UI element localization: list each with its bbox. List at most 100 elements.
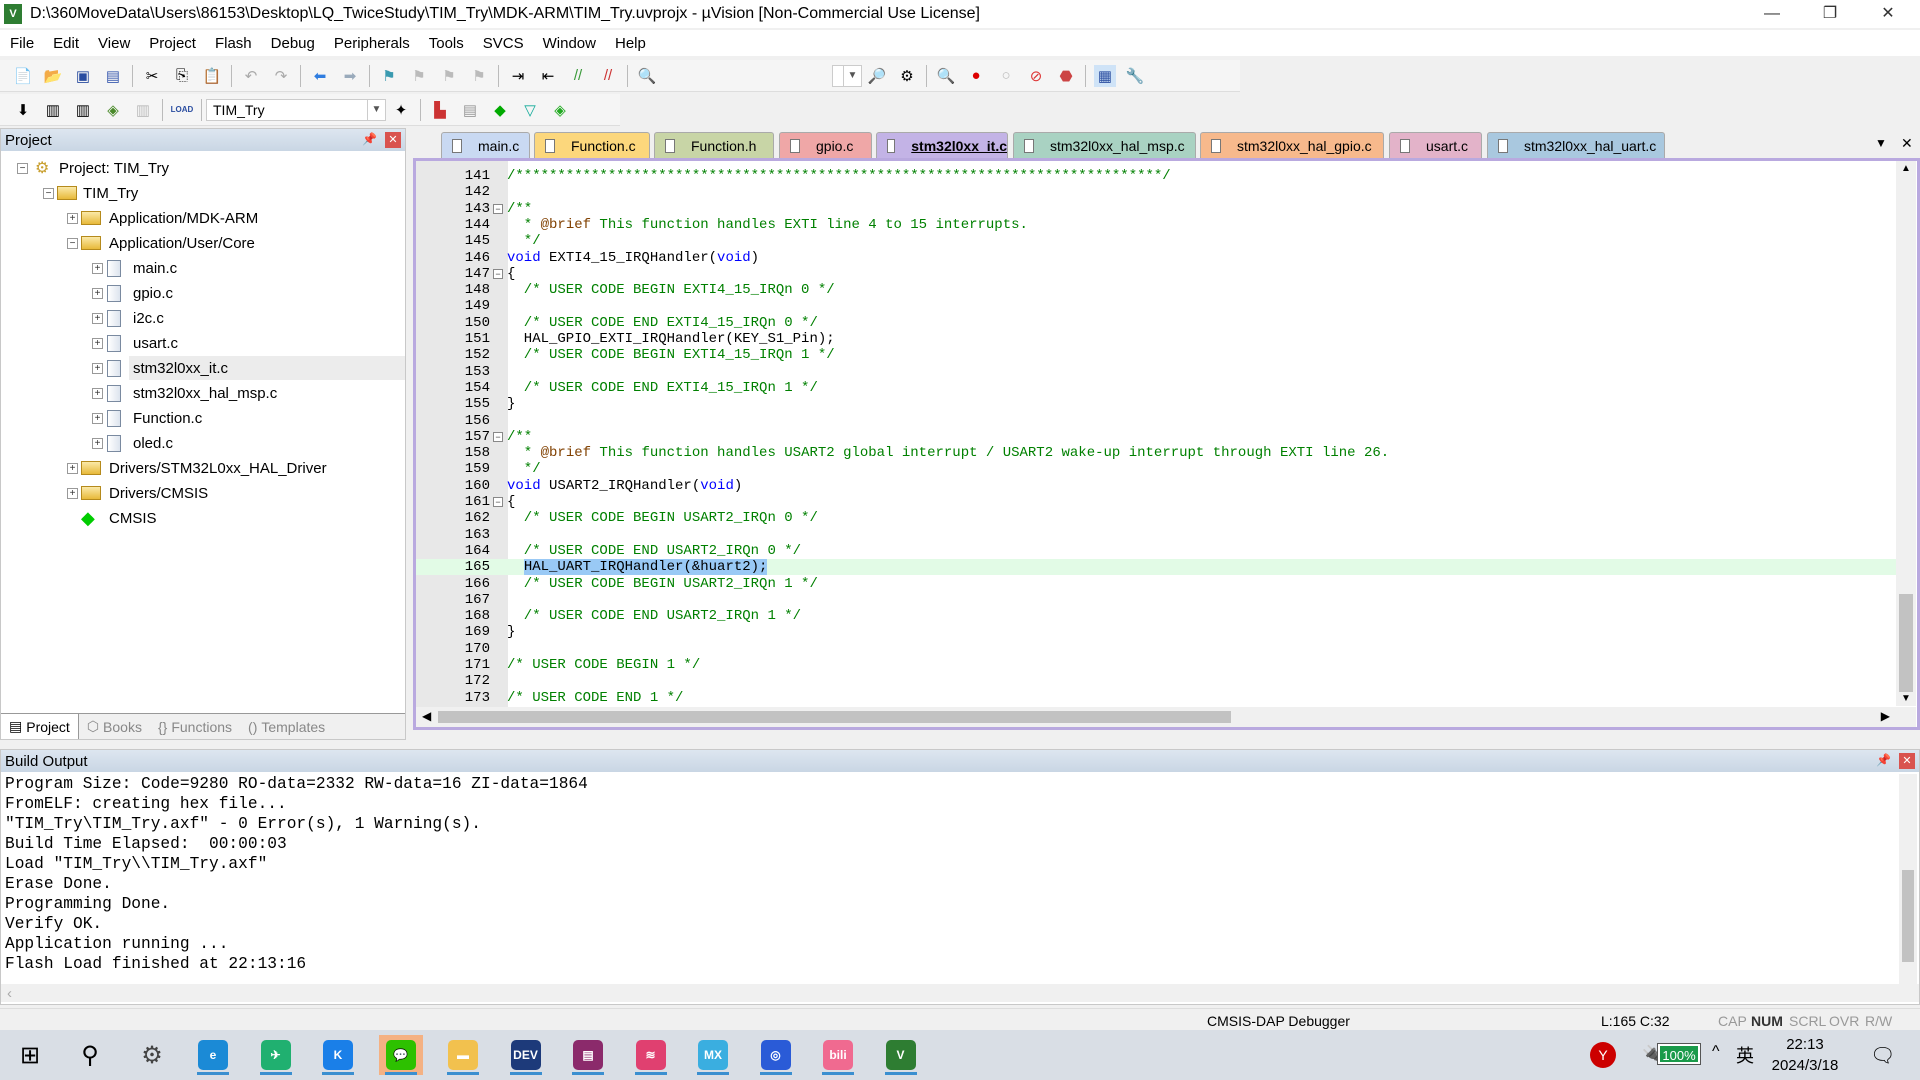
clock-date[interactable]: 2024/3/18 xyxy=(1760,1057,1850,1074)
search-icon[interactable]: ⚲ xyxy=(68,1035,112,1075)
expand-icon[interactable]: + xyxy=(92,362,103,374)
copy-icon[interactable]: ⎘ xyxy=(171,65,193,87)
editor-tab[interactable]: stm32l0xx_hal_msp.c xyxy=(1013,132,1196,158)
close-window-button[interactable]: ✕ xyxy=(1859,0,1917,28)
start-button[interactable]: ⊞ xyxy=(8,1035,52,1075)
nav-back-icon[interactable]: ⬅ xyxy=(309,65,331,87)
load-icon[interactable]: LOAD xyxy=(171,99,194,121)
tree-item[interactable]: − Application/User/Core xyxy=(1,231,401,255)
indent-icon[interactable]: ⇥ xyxy=(507,65,529,87)
stop-build-icon[interactable]: ▥ xyxy=(132,99,154,121)
pack-installer-icon[interactable]: ◈ xyxy=(549,99,571,121)
clear-bookmarks-icon[interactable]: ⚑ xyxy=(468,65,490,87)
scrollbar-thumb[interactable] xyxy=(438,711,1231,723)
pin-icon[interactable]: 📌 xyxy=(362,132,377,146)
tree-item[interactable]: + Drivers/STM32L0xx_HAL_Driver xyxy=(1,456,401,480)
collapse-icon[interactable]: − xyxy=(17,162,28,174)
editor-tab[interactable]: stm32l0xx_hal_gpio.c xyxy=(1200,132,1384,158)
breakpoint-menu-icon[interactable]: ⬣ xyxy=(1055,65,1077,87)
tree-item[interactable]: − TIM_Try xyxy=(1,181,401,205)
fold-collapse-icon[interactable]: − xyxy=(493,203,503,214)
tree-item[interactable]: + Function.c xyxy=(1,406,401,430)
collapse-icon[interactable]: − xyxy=(43,187,54,199)
build-horizontal-scrollbar[interactable]: ‹ xyxy=(1,984,1919,1002)
taskbar-app-stm32cubemx[interactable]: MX xyxy=(691,1035,735,1075)
disable-breakpoint-icon[interactable]: ○ xyxy=(995,65,1017,87)
expand-icon[interactable]: + xyxy=(67,487,78,499)
scrollbar-thumb[interactable] xyxy=(1899,594,1913,692)
editor-tab[interactable]: gpio.c xyxy=(779,132,872,158)
tab-templates[interactable]: () Templates xyxy=(240,714,333,739)
select-packs-icon[interactable]: ▽ xyxy=(519,99,541,121)
pin-icon[interactable]: 📌 xyxy=(1876,753,1891,767)
menu-tools[interactable]: Tools xyxy=(429,35,464,52)
scroll-left-icon[interactable]: ‹ xyxy=(7,985,12,1002)
target-options-icon[interactable]: ✦ xyxy=(390,99,412,121)
translate-icon[interactable]: ⬇ xyxy=(12,99,34,121)
expand-icon[interactable]: + xyxy=(67,212,78,224)
manage-components-icon[interactable]: ▙ xyxy=(429,99,451,121)
scroll-up-icon[interactable]: ▲ xyxy=(1901,163,1911,174)
close-tab-button[interactable]: ✕ xyxy=(1901,135,1913,152)
menu-help[interactable]: Help xyxy=(615,35,646,52)
close-icon[interactable]: ✕ xyxy=(385,132,401,148)
editor-vertical-scrollbar[interactable]: ▲ ▼ xyxy=(1896,161,1916,706)
fold-collapse-icon[interactable]: − xyxy=(493,431,503,442)
save-all-icon[interactable]: ▤ xyxy=(102,65,124,87)
security-app-tray-icon[interactable]: Y xyxy=(1590,1042,1616,1068)
tab-list-button[interactable]: ▼ xyxy=(1875,136,1887,150)
fold-collapse-icon[interactable]: − xyxy=(493,268,503,279)
expand-icon[interactable]: + xyxy=(67,462,78,474)
expand-icon[interactable]: + xyxy=(92,387,103,399)
target-select[interactable]: TIM_Try ▼ xyxy=(206,98,386,121)
cut-icon[interactable]: ✂ xyxy=(141,65,163,87)
editor-horizontal-scrollbar[interactable]: ◀ ▶ xyxy=(416,707,1916,727)
paste-icon[interactable]: 📋 xyxy=(201,65,223,87)
tree-item[interactable]: + stm32l0xx_hal_msp.c xyxy=(1,381,401,405)
code-area[interactable]: 141 /************************************… xyxy=(413,158,1920,730)
tree-item[interactable]: + oled.c xyxy=(1,431,401,455)
tab-project[interactable]: ▤ Project xyxy=(1,714,79,739)
next-bookmark-icon[interactable]: ⚑ xyxy=(438,65,460,87)
rebuild-icon[interactable]: ▥ xyxy=(72,99,94,121)
editor-tab[interactable]: Function.h xyxy=(654,132,774,158)
find-in-files-icon[interactable]: 🔍 xyxy=(636,65,658,87)
scroll-down-icon[interactable]: ▼ xyxy=(1901,693,1911,704)
expand-icon[interactable]: + xyxy=(92,287,103,299)
battery-indicator[interactable]: 100% xyxy=(1657,1043,1701,1065)
taskbar-app-dev-cpp[interactable]: DEV xyxy=(504,1035,548,1075)
start-debug-icon[interactable]: 🔍 xyxy=(935,65,957,87)
clock-time[interactable]: 22:13 xyxy=(1770,1036,1840,1053)
expand-icon[interactable]: + xyxy=(92,312,103,324)
build-output-text[interactable]: Program Size: Code=9280 RO-data=2332 RW-… xyxy=(5,774,588,974)
scroll-left-icon[interactable]: ◀ xyxy=(422,709,431,723)
undo-icon[interactable]: ↶ xyxy=(240,65,262,87)
taskbar-app-edge[interactable]: e xyxy=(191,1035,235,1075)
close-icon[interactable]: ✕ xyxy=(1899,753,1915,769)
tree-item[interactable]: + Drivers/CMSIS xyxy=(1,481,401,505)
chevron-up-icon[interactable]: ^ xyxy=(1712,1043,1720,1061)
settings-gear-icon[interactable]: ⚙ xyxy=(130,1035,174,1075)
uncomment-icon[interactable]: // xyxy=(597,65,619,87)
debug-settings-icon[interactable]: ⚙ xyxy=(896,65,918,87)
run-time-environment-icon[interactable]: ◆ xyxy=(489,99,511,121)
editor-tab[interactable]: stm32l0xx_it.c xyxy=(876,132,1008,158)
build-vertical-scrollbar[interactable] xyxy=(1899,774,1917,984)
editor-tab[interactable]: stm32l0xx_hal_uart.c xyxy=(1487,132,1665,158)
redo-icon[interactable]: ↷ xyxy=(270,65,292,87)
save-icon[interactable]: ▣ xyxy=(72,65,94,87)
menu-view[interactable]: View xyxy=(98,35,130,52)
incremental-find-icon[interactable]: 🔎 xyxy=(866,65,888,87)
prev-bookmark-icon[interactable]: ⚑ xyxy=(408,65,430,87)
input-method[interactable]: 英 xyxy=(1736,1042,1754,1068)
taskbar-app-app-red[interactable]: ≋ xyxy=(629,1035,673,1075)
find-combo[interactable]: ▼ xyxy=(832,64,862,87)
taskbar-app-wechat[interactable]: 💬 xyxy=(378,1035,423,1075)
taskbar-app-pdf[interactable]: ✈ xyxy=(254,1035,298,1075)
editor-tab[interactable]: Function.c xyxy=(534,132,650,158)
taskbar-app-winrar[interactable]: ▤ xyxy=(566,1035,610,1075)
tab-functions[interactable]: {} Functions xyxy=(150,714,240,739)
unindent-icon[interactable]: ⇤ xyxy=(537,65,559,87)
menu-flash[interactable]: Flash xyxy=(215,35,252,52)
tab-books[interactable]: ⬡ Books xyxy=(79,714,150,739)
